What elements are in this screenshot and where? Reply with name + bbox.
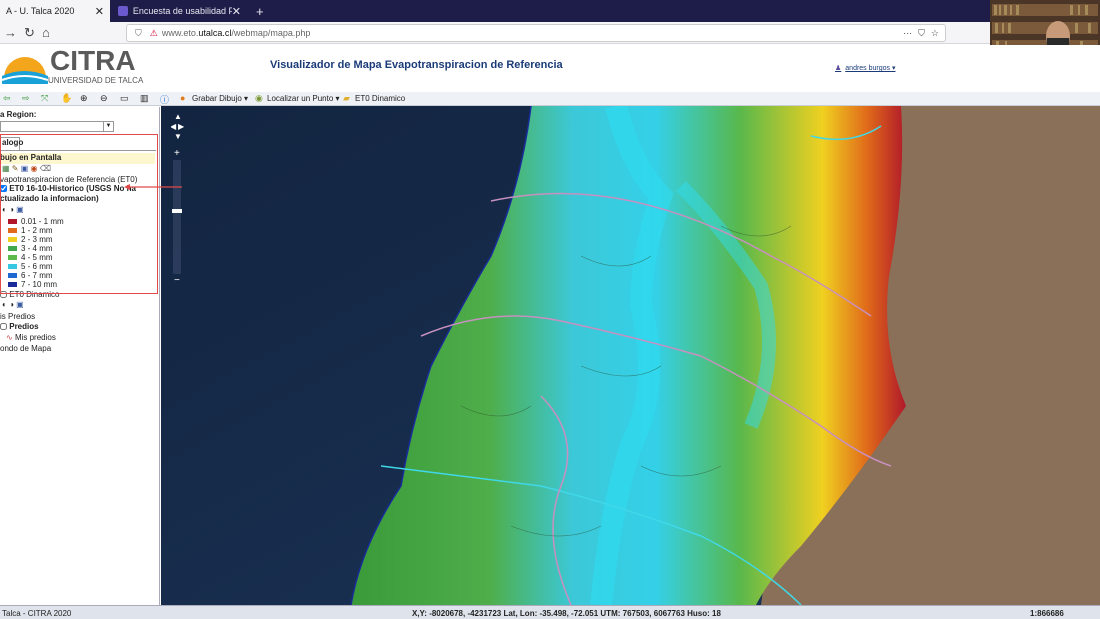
- svg-text:◀: ◀: [171, 122, 177, 131]
- tab-title: A - U. Talca 2020: [6, 6, 75, 16]
- zoom-out-icon[interactable]: ⊖: [100, 93, 108, 104]
- close-tab-icon[interactable]: ✕: [232, 5, 241, 18]
- group-mis-predios[interactable]: is Predios: [0, 312, 35, 321]
- close-tab-icon[interactable]: ✕: [95, 5, 104, 18]
- line-icon: ∿: [6, 333, 13, 342]
- visibility-icon[interactable]: ◑: [9, 300, 14, 309]
- map-toolbar: ⇦ ⇨ ⤧ ✋ ⊕ ⊖ ▭ ▥ ⓘ ● Grabar Dibujo ▾ ◉ Lo…: [0, 92, 1100, 106]
- form-icon: [118, 6, 128, 16]
- layer-name: Mis predios: [14, 333, 56, 342]
- layer-name: Predios: [9, 322, 39, 331]
- et0-raster-map: [161, 106, 1100, 605]
- chart-icon[interactable]: ▥: [140, 93, 149, 104]
- layer-checkbox[interactable]: [0, 323, 7, 331]
- browser-nav-bar: → ↻ ⌂ ⛉ ⚠ www.eto. utalca.cl/webmap/mapa.…: [0, 22, 1100, 44]
- cursor-coordinates: X,Y: -8020678, -4231723 Lat, Lon: -35.49…: [412, 609, 721, 618]
- svg-text:▲: ▲: [174, 112, 182, 121]
- logo-subtitle: UNIVERSIDAD DE TALCA: [48, 76, 144, 85]
- locate-icon[interactable]: ◉: [255, 93, 263, 104]
- folder-icon: ▰: [343, 93, 350, 103]
- new-tab-button[interactable]: +: [250, 0, 270, 22]
- annotation-highlight: [0, 134, 158, 294]
- app-header: CITRA UNIVERSIDAD DE TALCA Visualizador …: [0, 45, 1100, 92]
- home-icon[interactable]: ⌂: [42, 25, 50, 40]
- user-icon: ♟: [835, 65, 842, 72]
- zoom-extent-icon[interactable]: ⤧: [41, 93, 48, 104]
- layer-tools: ◐ ◑ ▣: [2, 300, 24, 309]
- group-fondo-mapa[interactable]: ondo de Mapa: [0, 344, 51, 353]
- pan-hand-icon[interactable]: ✋: [61, 93, 72, 104]
- url-domain: utalca.cl: [198, 28, 232, 38]
- pocket-icon[interactable]: ⛉: [918, 28, 925, 39]
- svg-text:▶: ▶: [178, 122, 185, 131]
- region-select[interactable]: ▼: [0, 121, 114, 132]
- reload-icon[interactable]: ↻: [24, 25, 35, 41]
- back-icon[interactable]: →: [4, 25, 17, 40]
- url-bar[interactable]: ⛉ ⚠ www.eto. utalca.cl/webmap/mapa.php ··…: [126, 24, 946, 42]
- status-bar: Talca - CITRA 2020 X,Y: -8020678, -42317…: [0, 605, 1100, 619]
- zoom-control: ▲ ◀ ▶ ▼ + −: [170, 109, 185, 286]
- user-menu[interactable]: ♟ andres burgos ▾: [835, 64, 896, 72]
- region-label: a Region:: [0, 110, 37, 119]
- layer-predios[interactable]: Predios: [0, 322, 39, 331]
- browser-tab-active[interactable]: A - U. Talca 2020 ✕: [0, 0, 110, 22]
- lock-icon: ⚠: [149, 27, 158, 38]
- browser-tab-encuesta[interactable]: Encuesta de usabilidad Platafo ✕: [112, 0, 247, 22]
- draw-icon[interactable]: ●: [180, 93, 185, 103]
- logo-name: CITRA: [50, 45, 136, 76]
- map-scale: 1:866686: [1030, 609, 1064, 618]
- svg-text:▼: ▼: [174, 132, 182, 141]
- info-icon[interactable]: ⓘ: [160, 93, 169, 106]
- user-name: andres burgos: [845, 65, 891, 72]
- citra-logo-icon: [2, 57, 48, 84]
- svg-text:+: +: [174, 148, 180, 159]
- tab-title: Encuesta de usabilidad Platafo: [132, 6, 232, 16]
- layer-mis-predios[interactable]: ∿ Mis predios: [6, 333, 56, 342]
- browser-tab-strip: A - U. Talca 2020 ✕ Encuesta de usabilid…: [0, 0, 1100, 22]
- grabar-dibujo-menu[interactable]: Grabar Dibujo ▾: [192, 94, 248, 103]
- map-canvas[interactable]: [161, 106, 1100, 605]
- back-arrow-icon[interactable]: ⇦: [3, 93, 11, 104]
- opacity-icon[interactable]: ◐: [2, 300, 7, 309]
- page-title: Visualizador de Mapa Evapotranspiracion …: [270, 59, 563, 71]
- shield-icon: ⛉: [135, 27, 142, 38]
- grabar-label: Grabar Dibujo: [192, 94, 242, 103]
- localizar-label: Localizar un Punto: [267, 94, 334, 103]
- status-copyright: Talca - CITRA 2020: [2, 609, 72, 618]
- properties-icon[interactable]: ▣: [16, 300, 24, 309]
- svg-text:−: −: [174, 275, 180, 284]
- zoom-in-icon[interactable]: ⊕: [80, 93, 88, 104]
- et0-dinamico-button[interactable]: ET0 Dinamico: [355, 94, 405, 103]
- annotation-arrow-icon: [124, 184, 182, 190]
- url-prefix: www.eto.: [161, 28, 199, 38]
- bookmark-star-icon[interactable]: ☆: [931, 28, 939, 39]
- forward-arrow-icon[interactable]: ⇨: [22, 93, 30, 104]
- measure-icon[interactable]: ▭: [120, 93, 129, 104]
- localizar-menu[interactable]: Localizar un Punto ▾: [267, 94, 340, 103]
- chevron-down-icon: ▼: [103, 122, 113, 131]
- pan-zoom-bar: ▲ ◀ ▶ ▼ + −: [170, 109, 185, 286]
- more-icon[interactable]: ···: [903, 28, 912, 38]
- url-path: /webmap/mapa.php: [231, 28, 311, 38]
